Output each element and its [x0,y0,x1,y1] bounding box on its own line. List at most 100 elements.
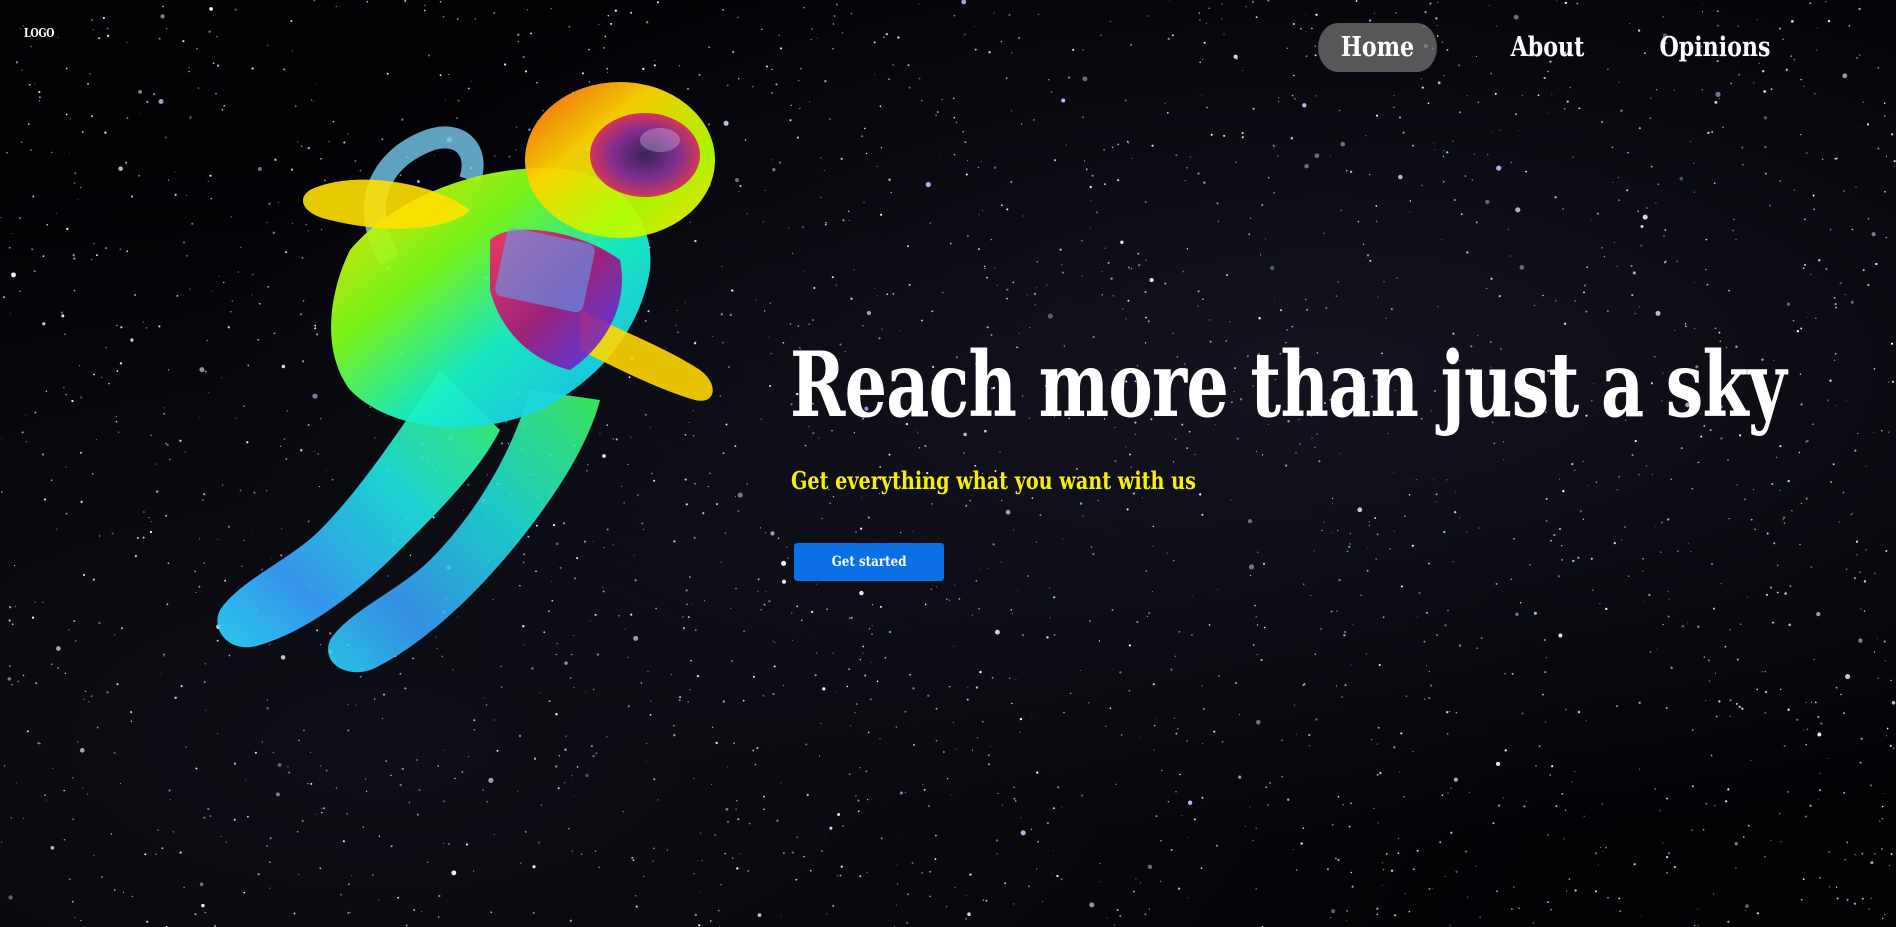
star [1426,665,1428,667]
star [1666,797,1669,800]
star [1842,73,1848,79]
star [1125,446,1127,448]
star [1659,809,1661,812]
star [905,791,907,793]
star [70,118,72,120]
star [1210,133,1213,136]
star [1031,714,1033,716]
star [1049,617,1051,619]
star [1263,562,1265,565]
star [1866,123,1870,126]
star [1738,73,1741,76]
star [1855,186,1857,188]
star [125,161,128,164]
logo[interactable]: LOGO [24,26,54,40]
star [1476,647,1478,650]
star [912,687,915,690]
star [163,655,165,657]
star [1022,215,1024,217]
star [216,35,218,38]
star [134,294,137,296]
star [158,37,161,40]
star [1026,294,1028,296]
star [1348,545,1351,548]
star [1376,773,1379,776]
star [73,257,76,260]
star [1691,487,1694,490]
star [131,895,134,898]
star [189,288,191,290]
star [50,151,53,154]
star [1891,700,1896,705]
star [1174,655,1176,657]
get-started-button[interactable]: Get started [794,543,944,581]
star [1657,183,1660,186]
star [1649,651,1652,653]
star [1255,887,1258,890]
star [1579,107,1581,109]
star [165,514,168,517]
star [1338,578,1341,582]
star [31,248,33,250]
nav-item-home[interactable]: Home [1318,23,1437,72]
star [74,640,77,642]
star [1885,735,1888,737]
star [1124,99,1127,102]
star [954,584,956,586]
star [1765,593,1769,596]
star [715,741,718,745]
star [983,265,986,268]
star [1152,545,1154,547]
star [1437,81,1441,85]
star [1452,561,1454,563]
star [923,788,926,791]
star [182,241,186,244]
star [84,690,87,693]
star [966,698,969,701]
star [1844,859,1846,861]
star [1725,800,1728,803]
star [1208,624,1211,626]
star [1398,771,1400,773]
star [233,762,237,765]
star [1648,593,1651,597]
star [1545,497,1548,500]
star [1846,898,1849,901]
star [1296,869,1298,871]
star [884,656,887,659]
star [1273,191,1275,194]
star [1818,789,1821,792]
star [1249,574,1252,577]
star [1427,102,1430,105]
star [1147,864,1153,870]
star [275,792,280,797]
star [1805,743,1808,746]
star [164,407,166,409]
star [1020,123,1023,125]
star [1137,252,1140,255]
star [1529,563,1531,566]
star [243,891,246,894]
star [1442,155,1445,157]
star [1502,441,1504,443]
star [1789,585,1792,588]
star [1836,897,1839,900]
star [1565,708,1567,711]
star [71,399,74,403]
star [1687,622,1688,624]
star [1241,136,1244,139]
star [1817,732,1822,737]
star [1199,19,1201,21]
star [1705,268,1707,271]
star [1375,558,1377,560]
star [693,873,695,875]
star [428,54,430,57]
nav-item-opinions[interactable]: Opinions [1654,23,1777,72]
star [378,835,381,837]
nav-item-about[interactable]: About [1496,23,1599,72]
star [404,0,407,3]
star [1187,897,1189,899]
star [1147,15,1150,17]
star [1306,308,1309,311]
star [423,9,426,12]
